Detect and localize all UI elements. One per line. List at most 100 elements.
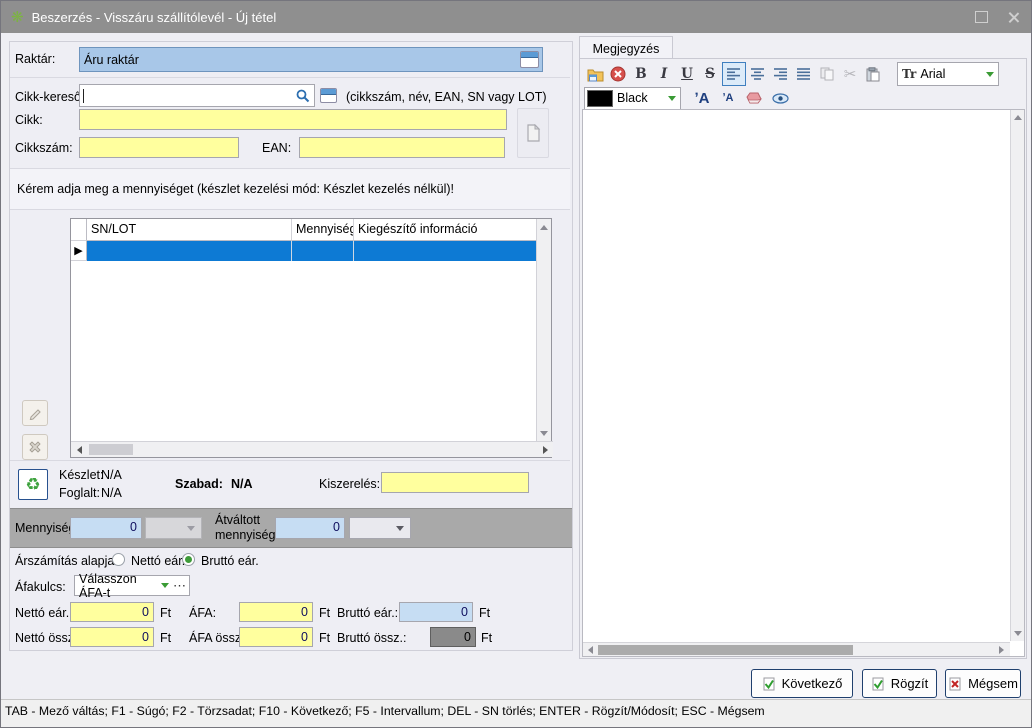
- delete-x-icon: [28, 440, 42, 454]
- close-button[interactable]: [995, 1, 1031, 33]
- net-total-input[interactable]: 0: [70, 627, 154, 647]
- copy-button[interactable]: [816, 63, 838, 85]
- snlot-table[interactable]: SN/LOT Mennyiség Kiegészítő információ ▶: [70, 218, 552, 458]
- shortcut-help-text: TAB - Mező váltás; F1 - Súgó; F2 - Törzs…: [5, 704, 765, 718]
- item-document-button[interactable]: [517, 108, 549, 158]
- next-button[interactable]: Következő: [751, 669, 853, 698]
- document-icon: [525, 124, 541, 142]
- maximize-icon: [975, 11, 988, 23]
- align-center-button[interactable]: [747, 63, 769, 85]
- dialog-window: ❋ Beszerzés - Visszáru szállítólevél - Ú…: [0, 0, 1032, 728]
- underline-button[interactable]: U: [676, 63, 698, 85]
- gross-price-radio-label[interactable]: Bruttó eár.: [201, 554, 259, 568]
- table-row-cell-quantity[interactable]: [292, 241, 354, 261]
- header-marker-cell: [71, 219, 87, 241]
- scroll-left-icon[interactable]: [71, 442, 87, 457]
- gross-unit-price-input[interactable]: 0: [399, 602, 473, 622]
- item-name-field[interactable]: [79, 109, 507, 130]
- scroll-right-icon[interactable]: [537, 442, 553, 457]
- ean-field[interactable]: [299, 137, 505, 158]
- italic-button[interactable]: I: [653, 63, 675, 85]
- quantity-input[interactable]: 0: [70, 517, 142, 539]
- window-title: Beszerzés - Visszáru szállítólevél - Új …: [32, 10, 277, 25]
- packaging-field[interactable]: [381, 472, 529, 493]
- table-horizontal-scrollbar[interactable]: [71, 441, 553, 457]
- clear-notes-button[interactable]: [607, 63, 629, 85]
- quantity-unit-select[interactable]: [145, 517, 202, 539]
- scroll-down-icon[interactable]: [537, 425, 551, 441]
- preview-button[interactable]: [769, 87, 791, 109]
- font-color-select[interactable]: Black: [584, 87, 681, 110]
- font-bigger-icon: ʼA: [695, 90, 710, 107]
- title-bar[interactable]: ❋ Beszerzés - Visszáru szállítólevél - Ú…: [1, 1, 1031, 33]
- font-family-select[interactable]: Tr Arial: [897, 62, 999, 86]
- warehouse-browse-icon[interactable]: [520, 51, 539, 68]
- bold-button[interactable]: B: [630, 63, 652, 85]
- edit-row-button[interactable]: [22, 400, 48, 426]
- net-unit-price-label: Nettó eár.:: [15, 606, 73, 620]
- notes-toolbar-row2: Black ʼA ʼA: [584, 87, 1022, 109]
- vat-key-select[interactable]: Válasszon ÁFA-t ⋯: [74, 575, 190, 596]
- align-left-button[interactable]: [722, 62, 746, 86]
- currency-label: Ft: [481, 631, 492, 645]
- converted-quantity-label: Átváltott mennyiség:: [215, 513, 279, 543]
- table-row-cell-snlot[interactable]: [87, 241, 292, 261]
- maximize-button[interactable]: [963, 1, 999, 33]
- paste-icon: [866, 67, 880, 82]
- table-vertical-scrollbar[interactable]: [536, 219, 551, 441]
- net-price-radio[interactable]: [112, 553, 125, 566]
- cut-button[interactable]: ✂: [839, 63, 861, 85]
- refresh-stock-button[interactable]: ♻: [18, 469, 48, 500]
- notes-vertical-scrollbar[interactable]: [1010, 110, 1024, 641]
- scroll-up-icon[interactable]: [1011, 110, 1024, 125]
- scroll-thumb[interactable]: [598, 645, 853, 655]
- increase-font-button[interactable]: ʼA: [691, 87, 713, 109]
- column-header-snlot[interactable]: SN/LOT: [87, 219, 292, 241]
- scroll-left-icon[interactable]: [583, 643, 597, 656]
- next-button-label: Következő: [782, 676, 843, 691]
- vat-total-input[interactable]: 0: [239, 627, 313, 647]
- scroll-thumb[interactable]: [89, 444, 133, 455]
- insert-file-button[interactable]: [584, 63, 606, 85]
- search-icon[interactable]: [296, 89, 310, 103]
- delete-row-button[interactable]: [22, 434, 48, 460]
- align-justify-icon: [797, 68, 811, 80]
- column-header-quantity[interactable]: Mennyiség: [292, 219, 354, 241]
- tab-megjegyzes[interactable]: Megjegyzés: [579, 36, 673, 60]
- chevron-down-icon: [986, 72, 994, 77]
- row-marker: ▶: [71, 241, 87, 261]
- gross-price-radio[interactable]: [182, 553, 195, 566]
- item-search-browse-icon[interactable]: [320, 88, 337, 103]
- converted-unit-select[interactable]: [349, 517, 411, 539]
- column-header-extra-info[interactable]: Kiegészítő információ: [354, 219, 537, 241]
- more-options-icon[interactable]: ⋯: [173, 578, 186, 594]
- eraser-button[interactable]: [743, 87, 765, 109]
- converted-quantity-input[interactable]: 0: [275, 517, 345, 539]
- check-page-icon: [871, 677, 885, 691]
- scroll-right-icon[interactable]: [994, 643, 1008, 656]
- notes-horizontal-scrollbar[interactable]: [583, 642, 1010, 656]
- net-unit-price-input[interactable]: 0: [70, 602, 154, 622]
- align-right-button[interactable]: [770, 63, 792, 85]
- net-price-radio-label[interactable]: Nettó eár.: [131, 554, 185, 568]
- item-search-input[interactable]: [79, 84, 315, 107]
- warehouse-field[interactable]: Áru raktár: [79, 47, 543, 72]
- paste-button[interactable]: [862, 63, 884, 85]
- notes-editor[interactable]: [582, 109, 1025, 657]
- save-button[interactable]: Rögzít: [862, 669, 937, 698]
- item-entry-panel: Raktár: Áru raktár Cikk-kereső: (cikkszá…: [9, 41, 573, 651]
- table-row-cell-extra[interactable]: [354, 241, 537, 261]
- item-number-field[interactable]: [79, 137, 239, 158]
- scroll-up-icon[interactable]: [537, 219, 551, 235]
- vat-key-value: Válasszon ÁFA-t: [75, 572, 161, 600]
- align-right-icon: [774, 68, 788, 80]
- gross-unit-price-label: Bruttó eár.:: [337, 606, 398, 620]
- strikethrough-button[interactable]: S: [699, 63, 721, 85]
- scroll-down-icon[interactable]: [1011, 626, 1024, 641]
- cancel-button[interactable]: Mégsem: [945, 669, 1021, 698]
- align-justify-button[interactable]: [793, 63, 815, 85]
- vat-input[interactable]: 0: [239, 602, 313, 622]
- gross-total-input: 0: [430, 627, 476, 647]
- free-value: N/A: [231, 477, 253, 491]
- decrease-font-button[interactable]: ʼA: [717, 87, 739, 109]
